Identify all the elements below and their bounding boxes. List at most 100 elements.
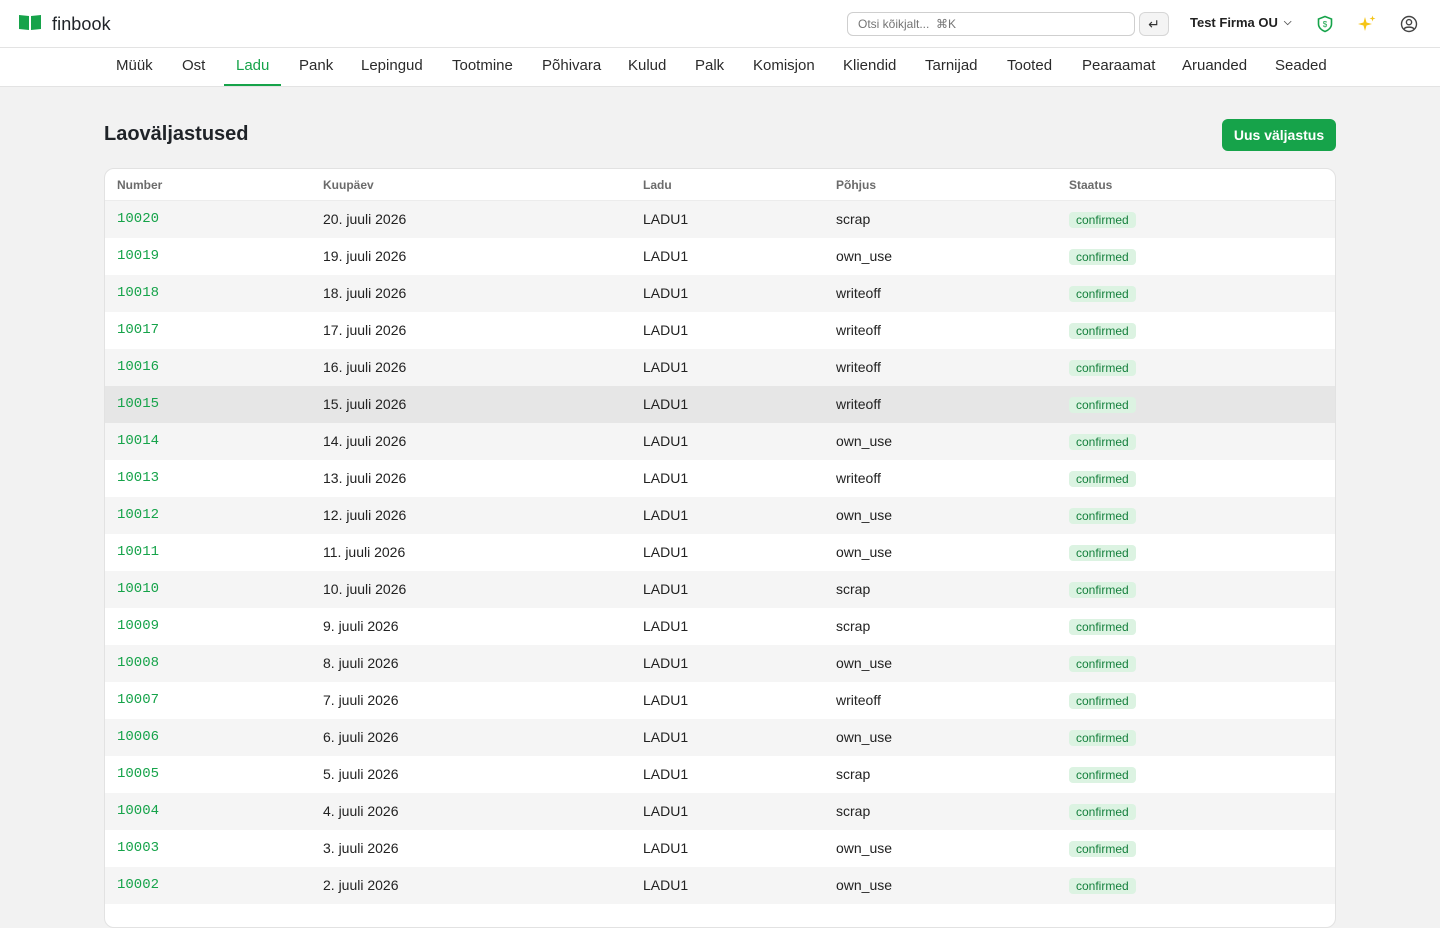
issue-number-link[interactable]: 10006 xyxy=(117,729,159,745)
tab-tootmine[interactable]: Tootmine xyxy=(440,48,525,86)
status-badge: confirmed xyxy=(1069,286,1136,302)
issue-date: 9. juuli 2026 xyxy=(323,618,399,634)
tab-palk[interactable]: Palk xyxy=(683,48,736,86)
issue-number-link[interactable]: 10014 xyxy=(117,433,159,449)
table-row[interactable]: 10003 3. juuli 2026 LADU1 own_use confirmed xyxy=(105,830,1335,867)
issue-number-link[interactable]: 10019 xyxy=(117,248,159,264)
issue-number-link[interactable]: 10008 xyxy=(117,655,159,671)
table-row[interactable]: 10006 6. juuli 2026 LADU1 own_use confirmed xyxy=(105,719,1335,756)
issue-warehouse: LADU1 xyxy=(643,248,689,264)
table-row[interactable]: 10012 12. juuli 2026 LADU1 own_use confirmed xyxy=(105,497,1335,534)
sparkles-icon[interactable] xyxy=(1355,12,1379,36)
issue-number-link[interactable]: 10012 xyxy=(117,507,159,523)
table-row[interactable]: 10010 10. juuli 2026 LADU1 scrap confirmed xyxy=(105,571,1335,608)
company-switcher[interactable]: Test Firma OU ⌵ xyxy=(1190,15,1291,30)
issue-reason: scrap xyxy=(836,766,871,782)
issue-date: 8. juuli 2026 xyxy=(323,655,399,671)
issue-date: 15. juuli 2026 xyxy=(323,396,407,412)
table-row[interactable]: 10011 11. juuli 2026 LADU1 own_use confirmed xyxy=(105,534,1335,571)
table-header: Number Kuupäev Ladu Põhjus Staatus xyxy=(105,169,1335,201)
issue-reason: own_use xyxy=(836,507,893,523)
table-row[interactable]: 10017 17. juuli 2026 LADU1 writeoff confirme… xyxy=(105,312,1335,349)
table-row[interactable]: 10019 19. juuli 2026 LADU1 own_use confirmed xyxy=(105,238,1335,275)
issue-number-link[interactable]: 10007 xyxy=(117,692,159,708)
tab-tarnijad[interactable]: Tarnijad xyxy=(913,48,990,86)
table-row[interactable]: 10005 5. juuli 2026 LADU1 scrap confirmed xyxy=(105,756,1335,793)
column-header-status[interactable]: Staatus xyxy=(1069,178,1112,192)
tab-komisjon[interactable]: Komisjon xyxy=(741,48,827,86)
table-row[interactable]: 10018 18. juuli 2026 LADU1 writeoff confirme… xyxy=(105,275,1335,312)
issue-number-link[interactable]: 10005 xyxy=(117,766,159,782)
issue-date: 14. juuli 2026 xyxy=(323,433,407,449)
table-row[interactable]: 10014 14. juuli 2026 LADU1 own_use confirmed xyxy=(105,423,1335,460)
issue-number-link[interactable]: 10017 xyxy=(117,322,159,338)
table-row[interactable]: 10004 4. juuli 2026 LADU1 scrap confirmed xyxy=(105,793,1335,830)
issue-warehouse: LADU1 xyxy=(643,396,689,412)
column-header-number[interactable]: Number xyxy=(117,178,162,192)
app-logo[interactable]: finbook xyxy=(18,12,111,36)
table-row[interactable]: 10009 9. juuli 2026 LADU1 scrap confirmed xyxy=(105,608,1335,645)
tab-aruanded[interactable]: Aruanded xyxy=(1170,48,1259,86)
shield-icon[interactable]: $ xyxy=(1313,12,1337,36)
tab-kulud[interactable]: Kulud xyxy=(616,48,678,86)
issue-reason: own_use xyxy=(836,877,893,893)
issue-number-link[interactable]: 10016 xyxy=(117,359,159,375)
tab-ladu[interactable]: Ladu xyxy=(224,48,282,86)
issue-number-link[interactable]: 10018 xyxy=(117,285,159,301)
issue-warehouse: LADU1 xyxy=(643,359,689,375)
page-title: Laoväljastused xyxy=(104,123,249,145)
issue-date: 19. juuli 2026 xyxy=(323,248,407,264)
issue-warehouse: LADU1 xyxy=(643,877,689,893)
issue-number-link[interactable]: 10004 xyxy=(117,803,159,819)
issue-date: 16. juuli 2026 xyxy=(323,359,407,375)
tab-lepingud[interactable]: Lepingud xyxy=(349,48,435,86)
column-header-reason[interactable]: Põhjus xyxy=(836,178,876,192)
table-row[interactable]: 10007 7. juuli 2026 LADU1 writeoff confirmed xyxy=(105,682,1335,719)
tab-muuk[interactable]: Müük xyxy=(104,48,165,86)
new-issue-button[interactable]: Uus väljastus xyxy=(1222,119,1336,151)
table-row[interactable]: 10016 16. juuli 2026 LADU1 writeoff confirme… xyxy=(105,349,1335,386)
issue-warehouse: LADU1 xyxy=(643,433,689,449)
tab-kliendid[interactable]: Kliendid xyxy=(831,48,908,86)
column-header-date[interactable]: Kuupäev xyxy=(323,178,374,192)
issue-number-link[interactable]: 10013 xyxy=(117,470,159,486)
table-row[interactable]: 10013 13. juuli 2026 LADU1 writeoff confirme… xyxy=(105,460,1335,497)
column-header-warehouse[interactable]: Ladu xyxy=(643,178,672,192)
tab-pank[interactable]: Pank xyxy=(287,48,345,86)
table-row[interactable]: 10008 8. juuli 2026 LADU1 own_use confirmed xyxy=(105,645,1335,682)
issue-reason: scrap xyxy=(836,211,871,227)
issue-number-link[interactable]: 10009 xyxy=(117,618,159,634)
status-badge: confirmed xyxy=(1069,323,1136,339)
issue-date: 12. juuli 2026 xyxy=(323,507,407,523)
issue-warehouse: LADU1 xyxy=(643,507,689,523)
issue-number-link[interactable]: 10010 xyxy=(117,581,159,597)
table-row[interactable]: 10002 2. juuli 2026 LADU1 own_use confirmed xyxy=(105,867,1335,904)
issue-warehouse: LADU1 xyxy=(643,470,689,486)
tab-pohivara[interactable]: Põhivara xyxy=(530,48,613,86)
tab-seaded[interactable]: Seaded xyxy=(1263,48,1339,86)
main-nav: Müük Ost Ladu Pank Lepingud Tootmine Põh… xyxy=(0,48,1440,87)
search-submit-button[interactable]: ↵ xyxy=(1139,12,1169,36)
issue-warehouse: LADU1 xyxy=(643,322,689,338)
issue-number-link[interactable]: 10003 xyxy=(117,840,159,856)
table-row[interactable]: 10020 20. juuli 2026 LADU1 scrap confirmed xyxy=(105,201,1335,238)
status-badge: confirmed xyxy=(1069,249,1136,265)
tab-pearaamat[interactable]: Pearaamat xyxy=(1070,48,1167,86)
issue-number-link[interactable]: 10011 xyxy=(117,544,159,560)
user-circle-icon[interactable] xyxy=(1397,12,1421,36)
search-input[interactable] xyxy=(847,12,1135,36)
issue-number-link[interactable]: 10020 xyxy=(117,211,159,227)
issue-warehouse: LADU1 xyxy=(643,211,689,227)
issue-number-link[interactable]: 10002 xyxy=(117,877,159,893)
issue-reason: own_use xyxy=(836,729,893,745)
table-body: 10020 20. juuli 2026 LADU1 scrap confirmed 10… xyxy=(105,201,1335,904)
table-row[interactable]: 10015 15. juuli 2026 LADU1 writeoff confirme… xyxy=(105,386,1335,423)
tab-ost[interactable]: Ost xyxy=(170,48,217,86)
top-bar: finbook ↵ Test Firma OU ⌵ $ xyxy=(0,0,1440,48)
issue-number-link[interactable]: 10015 xyxy=(117,396,159,412)
status-badge: confirmed xyxy=(1069,730,1136,746)
issue-reason: scrap xyxy=(836,803,871,819)
status-badge: confirmed xyxy=(1069,878,1136,894)
tab-tooted[interactable]: Tooted xyxy=(995,48,1064,86)
status-badge: confirmed xyxy=(1069,360,1136,376)
